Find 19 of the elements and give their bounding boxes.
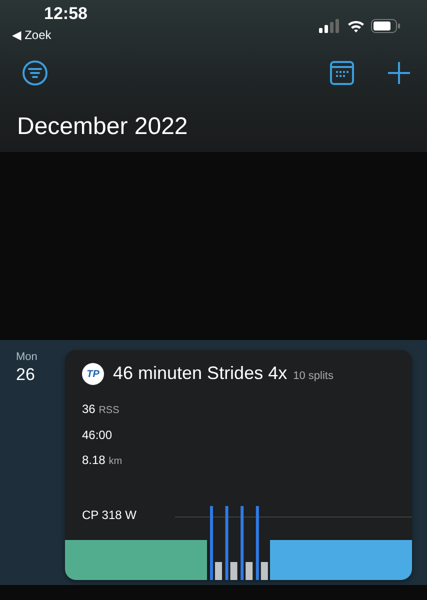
calendar-icon[interactable]: [330, 61, 354, 85]
date-label: 26: [16, 364, 36, 386]
filter-icon[interactable]: [22, 60, 48, 86]
logo-badge: TP: [82, 363, 104, 385]
month-title: December 2022: [17, 113, 189, 141]
wifi-icon: [347, 19, 365, 33]
back-link[interactable]: ◀ Zoek: [12, 27, 88, 43]
workout-title: 46 minuten Strides 4x: [113, 363, 288, 384]
splits-count: 10 splits: [293, 370, 334, 382]
metric-value: 46:00: [82, 427, 114, 444]
add-icon[interactable]: [388, 62, 410, 84]
metric-value: 36 RSS: [82, 401, 120, 418]
metric-value: 8.18 km: [82, 452, 124, 469]
cp-label: CP 318 W: [82, 508, 136, 522]
weekday-label: Mon: [16, 350, 38, 364]
battery-icon: [371, 19, 401, 33]
workout-card[interactable]: TP 46 minuten Strides 4x 10 splits 36 RSS 46:00 8.18 km CP 318 W: [65, 350, 412, 580]
status-time: 12:58: [44, 4, 88, 24]
signal-icon: [319, 19, 341, 33]
